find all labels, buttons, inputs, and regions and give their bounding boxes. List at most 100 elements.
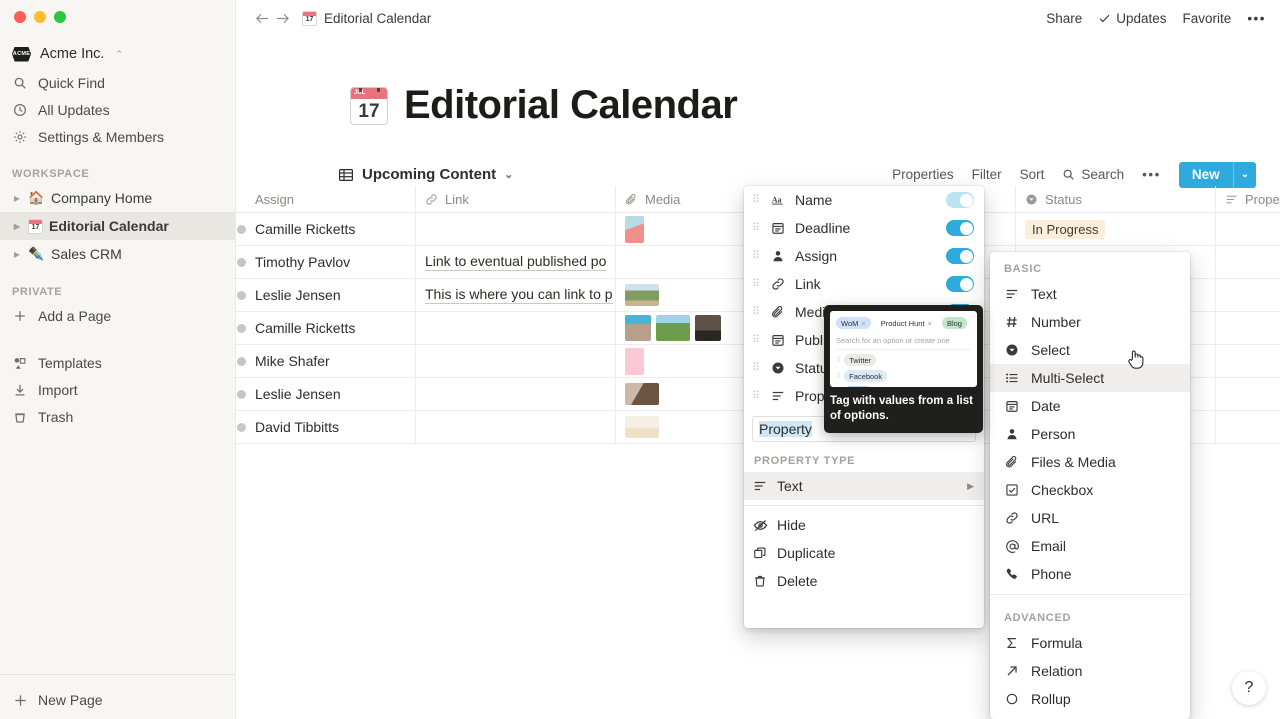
submenu-item-relation[interactable]: Relation [990,657,1190,685]
chevron-down-icon[interactable]: ⌄ [504,168,513,181]
media-thumbnail[interactable] [625,416,659,438]
cell-assign[interactable]: Camille Ricketts [246,213,416,245]
link-text[interactable]: Link to eventual published po [425,253,607,271]
cell-assign[interactable]: Leslie Jensen [246,279,416,311]
submenu-item-person[interactable]: Person [990,420,1190,448]
table-header-status[interactable]: Status [1016,186,1216,212]
media-thumbnail[interactable] [695,315,721,341]
maximize-window-button[interactable] [54,11,66,23]
cell-assign[interactable]: David Tibbitts [246,411,416,443]
view-tab-upcoming-content[interactable]: Upcoming Content ⌄ [338,166,513,183]
cell-property[interactable] [1216,312,1280,344]
new-record-button[interactable]: New ⌄ [1178,161,1256,188]
drag-handle-icon[interactable]: ⠿ [752,278,761,290]
sidebar-item-templates[interactable]: Templates [0,349,235,376]
minimize-window-button[interactable] [34,11,46,23]
submenu-item-rollup[interactable]: Rollup [990,685,1190,713]
cell-link[interactable]: Link to eventual published po [416,246,616,278]
view-more-options-icon[interactable]: ••• [1142,167,1161,182]
media-thumbnail[interactable] [625,249,651,275]
cell-link[interactable]: This is where you can link to p [416,279,616,311]
submenu-item-text[interactable]: Text [990,280,1190,308]
submenu-item-checkbox[interactable]: Checkbox [990,476,1190,504]
property-type-current[interactable]: Text ▶ [744,472,984,500]
property-toggle[interactable] [946,192,974,208]
more-options-icon[interactable]: ••• [1247,11,1266,26]
cell-link[interactable] [416,213,616,245]
cell-property[interactable] [1216,345,1280,377]
media-thumbnail[interactable] [625,315,651,341]
sidebar-item-quick-find[interactable]: Quick Find [0,69,235,96]
link-text[interactable]: This is where you can link to p [425,286,613,304]
property-action-hide[interactable]: Hide [744,511,984,539]
submenu-item-files-media[interactable]: Files & Media [990,448,1190,476]
drag-handle-icon[interactable]: ⠿ [752,194,761,206]
drag-handle-icon[interactable]: ⠿ [752,222,761,234]
chevron-right-icon[interactable]: ▶ [12,222,22,231]
cell-property[interactable] [1216,213,1280,245]
chevron-right-icon[interactable]: ▶ [12,194,22,203]
property-toggle[interactable] [946,248,974,264]
property-row-link[interactable]: ⠿ Link [744,270,984,298]
property-toggle[interactable] [946,220,974,236]
cell-assign[interactable]: Timothy Pavlov [246,246,416,278]
cell-status[interactable]: In Progress [1016,213,1216,245]
page-title[interactable]: Editorial Calendar [404,83,738,128]
chevron-right-icon[interactable]: ▶ [12,250,22,259]
table-header-link[interactable]: Link [416,186,616,212]
new-page-button[interactable]: New Page [0,681,235,719]
sidebar-page-editorial-calendar[interactable]: ▶ Editorial Calendar [0,212,235,240]
sidebar-add-page-button[interactable]: Add a Page [0,302,235,329]
cell-assign[interactable]: Leslie Jensen [246,378,416,410]
table-header-property[interactable]: Prope [1216,186,1280,212]
sidebar-page-sales-crm[interactable]: ▶ ✒️ Sales CRM [0,240,235,268]
drag-handle-icon[interactable]: ⠿ [752,250,761,262]
cell-property[interactable] [1216,246,1280,278]
forward-button[interactable] [272,10,292,27]
updates-button[interactable]: Updates [1098,11,1167,26]
property-action-duplicate[interactable]: Duplicate [744,539,984,567]
cell-link[interactable] [416,345,616,377]
back-button[interactable] [252,10,272,27]
sidebar-page-company-home[interactable]: ▶ 🏠 Company Home [0,184,235,212]
close-window-button[interactable] [14,11,26,23]
cell-property[interactable] [1216,378,1280,410]
properties-button[interactable]: Properties [892,167,954,182]
property-action-delete[interactable]: Delete [744,567,984,595]
drag-handle-icon[interactable]: ⠿ [752,334,761,346]
property-row-name[interactable]: ⠿ Aa Name [744,186,984,214]
submenu-item-date[interactable]: Date [990,392,1190,420]
media-thumbnail[interactable] [625,347,644,375]
property-row-assign[interactable]: ⠿ Assign [744,242,984,270]
sidebar-item-trash[interactable]: Trash [0,403,235,430]
submenu-item-select[interactable]: Select [990,336,1190,364]
favorite-button[interactable]: Favorite [1183,11,1232,26]
help-button[interactable]: ? [1232,671,1266,705]
search-button[interactable]: Search [1062,167,1124,182]
submenu-item-url[interactable]: URL [990,504,1190,532]
share-button[interactable]: Share [1046,11,1082,26]
media-thumbnail[interactable] [625,215,644,243]
table-header-assign[interactable]: Assign [246,186,416,212]
submenu-item-email[interactable]: Email [990,532,1190,560]
cell-link[interactable] [416,378,616,410]
submenu-item-formula[interactable]: Formula [990,629,1190,657]
sidebar-item-all-updates[interactable]: All Updates [0,96,235,123]
property-row-deadline[interactable]: ⠿ Deadline [744,214,984,242]
cell-property[interactable] [1216,411,1280,443]
cell-assign[interactable]: Mike Shafer [246,345,416,377]
drag-handle-icon[interactable]: ⠿ [752,306,761,318]
page-emoji-calendar-icon[interactable]: JUL 17 [350,86,388,125]
sidebar-item-settings-members[interactable]: Settings & Members [0,123,235,150]
drag-handle-icon[interactable]: ⠿ [752,362,761,374]
submenu-item-phone[interactable]: Phone [990,560,1190,588]
filter-button[interactable]: Filter [972,167,1002,182]
submenu-item-multi-select[interactable]: Multi-Select [990,364,1190,392]
chevron-down-icon[interactable]: ⌄ [1234,169,1256,180]
submenu-item-number[interactable]: Number [990,308,1190,336]
sidebar-item-import[interactable]: Import [0,376,235,403]
cell-property[interactable] [1216,279,1280,311]
media-thumbnail[interactable] [656,315,690,341]
property-toggle[interactable] [946,276,974,292]
workspace-switcher[interactable]: ACME Acme Inc. ⌃ [0,39,235,69]
